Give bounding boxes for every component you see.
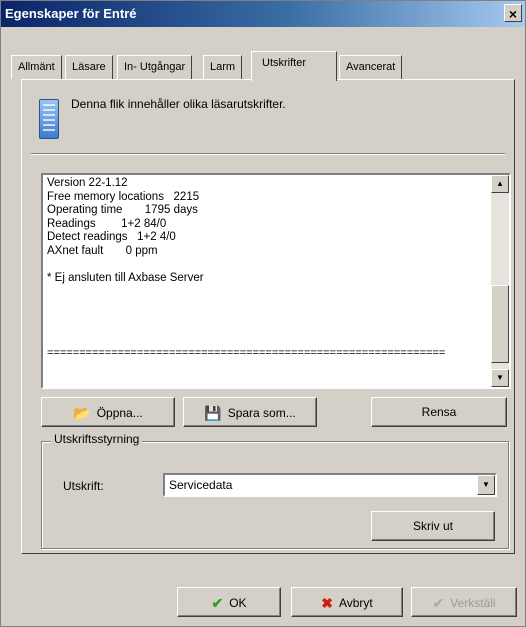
- group-legend: Utskriftsstyrning: [51, 432, 143, 446]
- chevron-down-icon[interactable]: ▼: [477, 475, 495, 495]
- window-title: Egenskaper för Entré: [5, 6, 137, 21]
- tab-larm[interactable]: Larm: [203, 55, 243, 79]
- checkmark-icon: ✔: [211, 594, 224, 611]
- tab-avancerat[interactable]: Avancerat: [339, 55, 403, 79]
- tab-in-utgangar[interactable]: In- Utgångar: [117, 55, 193, 79]
- info-text: Denna flik innehåller olika läsarutskrif…: [71, 97, 286, 111]
- clear-button[interactable]: Rensa: [371, 397, 507, 427]
- title-bar: Egenskaper för Entré ×: [1, 1, 525, 27]
- save-as-button[interactable]: 💾 Spara som...: [183, 397, 317, 427]
- divider: [31, 153, 505, 155]
- folder-open-icon: 📂: [73, 404, 91, 421]
- printout-select[interactable]: Servicedata ▼: [163, 473, 497, 497]
- tab-allmant[interactable]: Allmänt: [11, 55, 62, 79]
- floppy-disk-icon: 💾: [204, 404, 222, 421]
- cancel-button[interactable]: ✖ Avbryt: [291, 587, 403, 617]
- ok-button[interactable]: ✔ OK: [177, 587, 281, 617]
- print-button[interactable]: Skriv ut: [371, 511, 495, 541]
- printout-label: Utskrift:: [63, 479, 104, 493]
- printout-textarea[interactable]: Version 22-1.12 Free memory locations 22…: [41, 173, 511, 389]
- x-mark-icon: ✖: [321, 594, 333, 611]
- printout-selected-value: Servicedata: [169, 478, 233, 492]
- tab-utskrifter[interactable]: Utskrifter: [251, 51, 337, 81]
- apply-button[interactable]: ✔ Verkställ: [411, 587, 517, 617]
- apply-checkmark-icon: ✔: [432, 594, 445, 611]
- properties-dialog: Egenskaper för Entré × Allmänt Läsare In…: [0, 0, 526, 627]
- printout-separator: ========================================…: [47, 347, 446, 359]
- open-button[interactable]: 📂 Öppna...: [41, 397, 175, 427]
- scroll-up-icon[interactable]: ▲: [491, 175, 509, 193]
- scroll-thumb[interactable]: [491, 285, 509, 363]
- reader-device-icon: [39, 99, 59, 139]
- scroll-down-icon[interactable]: ▼: [491, 369, 509, 387]
- tab-lasare[interactable]: Läsare: [65, 55, 113, 79]
- printout-text: Version 22-1.12 Free memory locations 22…: [47, 177, 204, 284]
- vertical-scrollbar[interactable]: ▲ ▼: [491, 175, 509, 387]
- close-button[interactable]: ×: [504, 4, 522, 22]
- tab-strip: Allmänt Läsare In- Utgångar Larm Utskrif…: [11, 51, 517, 81]
